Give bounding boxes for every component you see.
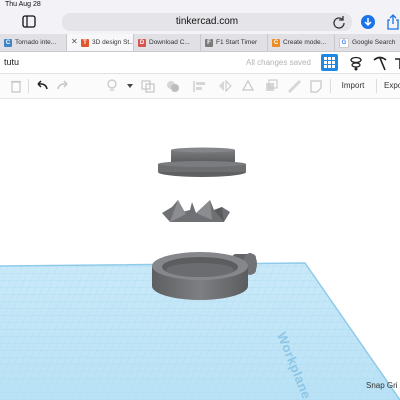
ungroup-icon[interactable] — [165, 78, 181, 94]
share-icon[interactable] — [386, 14, 400, 30]
reload-icon[interactable] — [332, 15, 346, 29]
pipe-icon[interactable] — [394, 55, 400, 71]
duplicate-icon[interactable] — [263, 78, 279, 94]
tab-favicon-icon: T — [81, 38, 89, 47]
address-bar[interactable]: tinkercad.com — [62, 13, 352, 31]
ruler-icon[interactable] — [286, 78, 302, 94]
browser-tab-strip: C Tornado inte... ✕ T 3D design St... D … — [0, 34, 400, 52]
3d-viewport[interactable]: Workplane Snap Gri — [0, 99, 400, 400]
import-button[interactable]: Import — [336, 74, 370, 98]
download-icon[interactable] — [360, 14, 376, 30]
simulation-icon[interactable] — [348, 55, 364, 71]
project-name[interactable]: tutu — [4, 52, 19, 73]
browser-tab-0[interactable]: C Tornado inte... — [0, 34, 67, 51]
tab-favicon-icon: D — [138, 38, 146, 47]
tab-label: Google Search — [352, 39, 396, 46]
chevron-down-icon[interactable] — [122, 78, 138, 94]
url-text[interactable]: tinkercad.com — [62, 13, 352, 31]
viewport-scene — [0, 147, 400, 400]
trash-icon[interactable] — [8, 78, 24, 94]
save-status: All changes saved — [246, 58, 311, 67]
browser-tab-1[interactable]: ✕ T 3D design St... — [67, 34, 134, 51]
toolbar-divider — [28, 79, 29, 93]
edit-toolbar: Import Expo — [0, 74, 400, 99]
light-bulb-icon[interactable] — [104, 78, 120, 94]
align-icon[interactable] — [192, 78, 208, 94]
toolbar-divider — [376, 79, 377, 93]
tab-label: Download C... — [149, 39, 190, 46]
status-bar: Thu Aug 28 — [0, 0, 400, 10]
toolbar-divider — [330, 79, 331, 93]
browser-url-row: tinkercad.com — [0, 10, 400, 34]
notes-icon[interactable] — [308, 78, 324, 94]
export-button[interactable]: Expo — [384, 74, 400, 98]
pickaxe-icon[interactable] — [372, 55, 388, 71]
browser-tab-5[interactable]: G Google Search — [335, 34, 400, 51]
tab-label: F1 Start Timer — [216, 39, 258, 46]
impeller-part[interactable] — [162, 200, 230, 222]
sidebar-icon[interactable] — [22, 15, 36, 28]
mirror-icon[interactable] — [217, 78, 233, 94]
3d-design-view-button[interactable] — [321, 54, 338, 71]
tab-favicon-icon: F — [205, 38, 213, 47]
tab-label: Create mode... — [283, 39, 326, 46]
grid-icon — [324, 57, 335, 68]
tab-favicon-icon: C — [272, 38, 280, 47]
group-icon[interactable] — [140, 78, 156, 94]
housing-part[interactable] — [152, 252, 257, 300]
browser-tab-3[interactable]: F F1 Start Timer — [201, 34, 268, 51]
browser-tab-2[interactable]: D Download C... — [134, 34, 201, 51]
cruise-icon[interactable] — [240, 78, 256, 94]
redo-icon[interactable] — [56, 78, 72, 94]
tab-label: Tornado inte... — [15, 39, 57, 46]
tab-favicon-icon: C — [4, 38, 12, 47]
tab-close-icon[interactable]: ✕ — [71, 38, 78, 46]
snap-grid-label[interactable]: Snap Gri — [366, 381, 398, 390]
lid-part[interactable] — [158, 147, 246, 178]
editor-header: tutu All changes saved — [0, 52, 400, 74]
status-time: Thu Aug 28 — [5, 1, 41, 8]
tab-favicon-icon: G — [339, 37, 349, 48]
tab-label: 3D design St... — [92, 39, 133, 46]
undo-icon[interactable] — [33, 78, 49, 94]
browser-tab-4[interactable]: C Create mode... — [268, 34, 335, 51]
